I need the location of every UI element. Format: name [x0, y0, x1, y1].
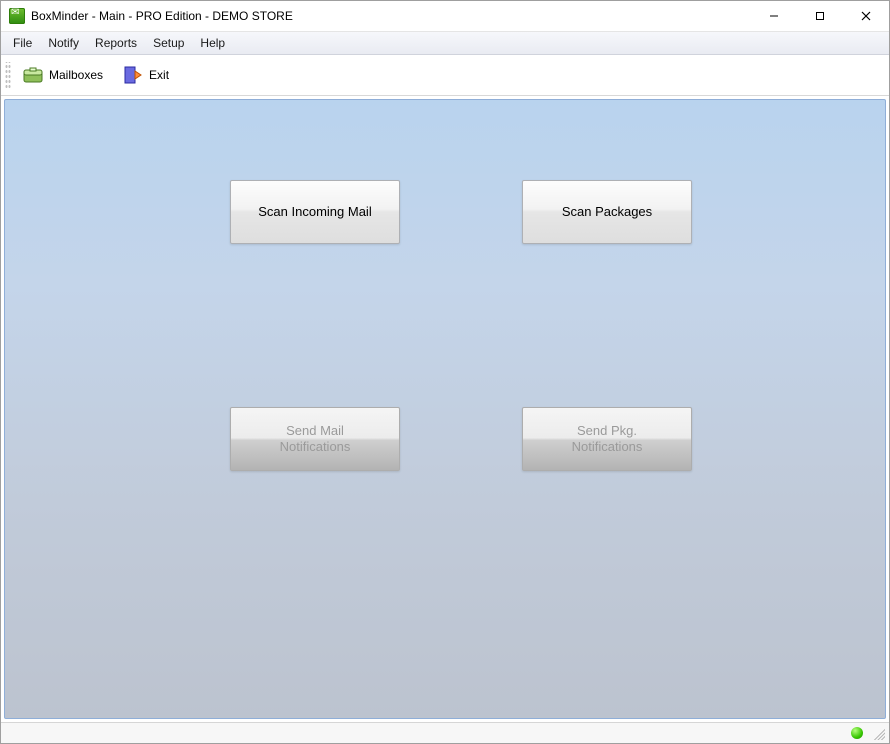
- scan-incoming-mail-button[interactable]: Scan Incoming Mail: [230, 180, 400, 244]
- scan-incoming-mail-label: Scan Incoming Mail: [258, 204, 371, 220]
- send-mail-notifications-label-1: Send Mail: [286, 423, 344, 439]
- close-icon: [861, 11, 871, 21]
- status-bar: [1, 722, 889, 743]
- app-icon: [9, 8, 25, 24]
- send-pkg-notifications-label-1: Send Pkg.: [577, 423, 637, 439]
- mailboxes-button[interactable]: Mailboxes: [17, 60, 111, 90]
- menu-notify[interactable]: Notify: [40, 34, 87, 52]
- exit-button[interactable]: Exit: [117, 60, 177, 90]
- maximize-icon: [815, 11, 825, 21]
- menu-bar: File Notify Reports Setup Help: [1, 32, 889, 55]
- title-bar: BoxMinder - Main - PRO Edition - DEMO ST…: [1, 1, 889, 32]
- scan-packages-label: Scan Packages: [562, 204, 652, 220]
- menu-file[interactable]: File: [5, 34, 40, 52]
- minimize-icon: [769, 11, 779, 21]
- menu-setup[interactable]: Setup: [145, 34, 192, 52]
- app-window: BoxMinder - Main - PRO Edition - DEMO ST…: [0, 0, 890, 744]
- main-panel: Scan Incoming Mail Scan Packages Send Ma…: [4, 99, 886, 719]
- window-controls: [751, 1, 889, 31]
- minimize-button[interactable]: [751, 1, 797, 31]
- close-button[interactable]: [843, 1, 889, 31]
- send-mail-notifications-label-2: Notifications: [280, 439, 351, 455]
- send-pkg-notifications-label-2: Notifications: [572, 439, 643, 455]
- size-grip[interactable]: [871, 726, 885, 740]
- menu-reports[interactable]: Reports: [87, 34, 145, 52]
- exit-label: Exit: [149, 68, 169, 82]
- scan-packages-button[interactable]: Scan Packages: [522, 180, 692, 244]
- status-indicator-icon: [851, 727, 863, 739]
- window-title: BoxMinder - Main - PRO Edition - DEMO ST…: [31, 9, 293, 23]
- client-area: Scan Incoming Mail Scan Packages Send Ma…: [1, 96, 889, 722]
- toolbar: Mailboxes Exit: [1, 55, 889, 96]
- maximize-button[interactable]: [797, 1, 843, 31]
- menu-help[interactable]: Help: [192, 34, 233, 52]
- mailbox-icon: [21, 63, 45, 87]
- send-pkg-notifications-button[interactable]: Send Pkg. Notifications: [522, 407, 692, 471]
- toolbar-grip: [5, 62, 11, 88]
- mailboxes-label: Mailboxes: [49, 68, 103, 82]
- send-mail-notifications-button[interactable]: Send Mail Notifications: [230, 407, 400, 471]
- exit-icon: [121, 63, 145, 87]
